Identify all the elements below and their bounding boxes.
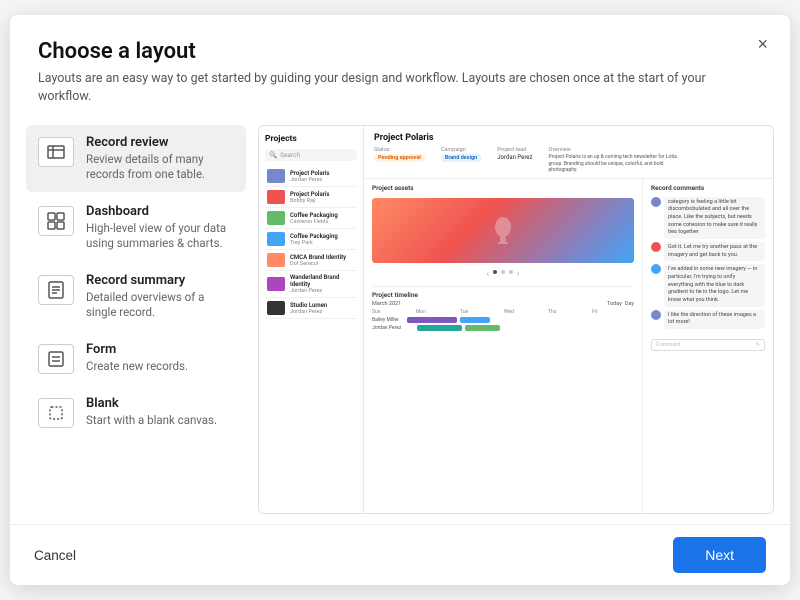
timeline-rows: Bailey Miller Jordan Perez [372,317,634,331]
comment-item: Got it. Let me try another pass at the i… [651,242,765,261]
timeline-header: March 2021 Today Day [372,301,634,307]
preview-meta-overview: Overview Project Polaris is an up & comi… [548,147,678,174]
comment-avatar [651,310,661,320]
preview-meta-lead: Project lead Jordan Perez [497,147,532,174]
overview-value: Project Polaris is an up & coming tech n… [548,154,678,174]
comment-bubble: category is feeling a little bit discomb… [664,197,765,239]
list-thumb [267,277,285,291]
list-thumb [267,211,285,225]
modal-title: Choose a layout [38,39,762,64]
layout-list: Record review Review details of many rec… [26,125,246,514]
comments-list: category is feeling a little bit discomb… [651,197,765,333]
preview-inner: Projects 🔍 Search Project Polaris Jordan… [259,126,773,513]
preview-sidebar-title: Projects [265,134,357,144]
layout-item-form[interactable]: Form Create new records. [26,332,246,384]
table-icon [38,137,74,167]
comment-avatar [651,242,661,252]
layout-item-record-summary[interactable]: Record summary Detailed overviews of a s… [26,263,246,330]
layout-item-blank[interactable]: Blank Start with a blank canvas. [26,386,246,438]
preview-right: Record comments category is feeling a li… [643,179,773,514]
preview-sidebar: Projects 🔍 Search Project Polaris Jordan… [259,126,364,513]
list-thumb [267,232,285,246]
preview-meta-status: Status Pending approval [374,147,425,174]
list-item[interactable]: Coffee Packaging Trey Park [265,229,357,250]
form-icon [38,344,74,374]
layout-name-form: Form [86,342,188,357]
comment-bubble: Got it. Let me try another pass at the i… [664,242,765,261]
layout-name-blank: Blank [86,396,217,411]
preview-left: Project assets ‹ [364,179,643,514]
layout-item-record-review[interactable]: Record review Review details of many rec… [26,125,246,192]
modal-footer: Cancel Next [10,524,790,585]
comment-avatar [651,264,661,274]
comment-bubble: I've added in some new imagery — in part… [664,264,765,306]
preview-main-header: Project Polaris Status Pending approval … [364,126,773,179]
comments-label: Record comments [651,184,765,192]
search-icon: 🔍 [269,151,277,159]
image-nav: ‹ › [372,269,634,278]
close-button[interactable]: × [757,35,768,53]
timeline-row-1: Bailey Miller [372,317,634,323]
comment-input[interactable]: Comment ✎ [651,339,765,351]
next-button[interactable]: Next [673,537,766,573]
list-thumb [267,190,285,204]
layout-name-record-review: Record review [86,135,234,150]
modal: Choose a layout Layouts are an easy way … [10,15,790,585]
comment-avatar [651,197,661,207]
list-item[interactable]: CMCA Brand Identity Dot Seracul [265,250,357,271]
layout-desc-record-summary: Detailed overviews of a single record. [86,290,234,320]
record-icon [38,275,74,305]
preview-meta-row: Status Pending approval Campaign Brand d… [374,147,763,174]
preview-record-title: Project Polaris [374,133,763,143]
timeline-days: SunMonTueWedThuFri [372,309,634,315]
layout-item-dashboard[interactable]: Dashboard High-level view of your data u… [26,194,246,261]
preview-meta-campaign: Campaign Brand design [441,147,481,174]
modal-header: Choose a layout Layouts are an easy way … [10,15,790,115]
list-thumb [267,253,285,267]
layout-name-dashboard: Dashboard [86,204,234,219]
modal-body: Record review Review details of many rec… [10,115,790,524]
cancel-button[interactable]: Cancel [34,548,76,563]
preview-image [372,198,634,263]
lead-value: Jordan Perez [497,154,532,161]
assets-label: Project assets [372,184,634,192]
comment-item: category is feeling a little bit discomb… [651,197,765,239]
comment-item: I like the direction of these images a l… [651,310,765,329]
timeline-controls: Today Day [607,301,634,307]
layout-desc-record-review: Review details of many records from one … [86,152,234,182]
dashboard-icon [38,206,74,236]
campaign-badge: Brand design [441,154,481,162]
list-item[interactable]: Project Polaris Jordan Perez [265,166,357,187]
timeline-section: Project timeline March 2021 Today Day [372,286,634,333]
preview-list: Project Polaris Jordan Perez Project Pol… [265,166,357,319]
blank-icon [38,398,74,428]
preview-area: Projects 🔍 Search Project Polaris Jordan… [258,125,774,514]
list-item[interactable]: Project Polaris Bobby Ray [265,187,357,208]
comment-bubble: I like the direction of these images a l… [664,310,765,329]
list-thumb [267,301,285,315]
list-item[interactable]: Studio Lumen Jordan Perez [265,298,357,319]
layout-desc-dashboard: High-level view of your data using summa… [86,221,234,251]
layout-desc-blank: Start with a blank canvas. [86,413,217,428]
preview-main: Project Polaris Status Pending approval … [364,126,773,513]
comment-item: I've added in some new imagery — in part… [651,264,765,306]
layout-desc-form: Create new records. [86,359,188,374]
preview-search: 🔍 Search [265,149,357,161]
list-item[interactable]: Coffee Packaging Cameron Fields [265,208,357,229]
status-badge: Pending approval [374,154,425,162]
timeline-row-2: Jordan Perez [372,325,634,331]
layout-name-record-summary: Record summary [86,273,234,288]
preview-content-area: Project assets ‹ [364,179,773,514]
list-item[interactable]: Wanderland Brand Identity Jordan Perez [265,271,357,298]
list-thumb [267,169,285,183]
modal-subtitle: Layouts are an easy way to get started b… [38,70,762,105]
